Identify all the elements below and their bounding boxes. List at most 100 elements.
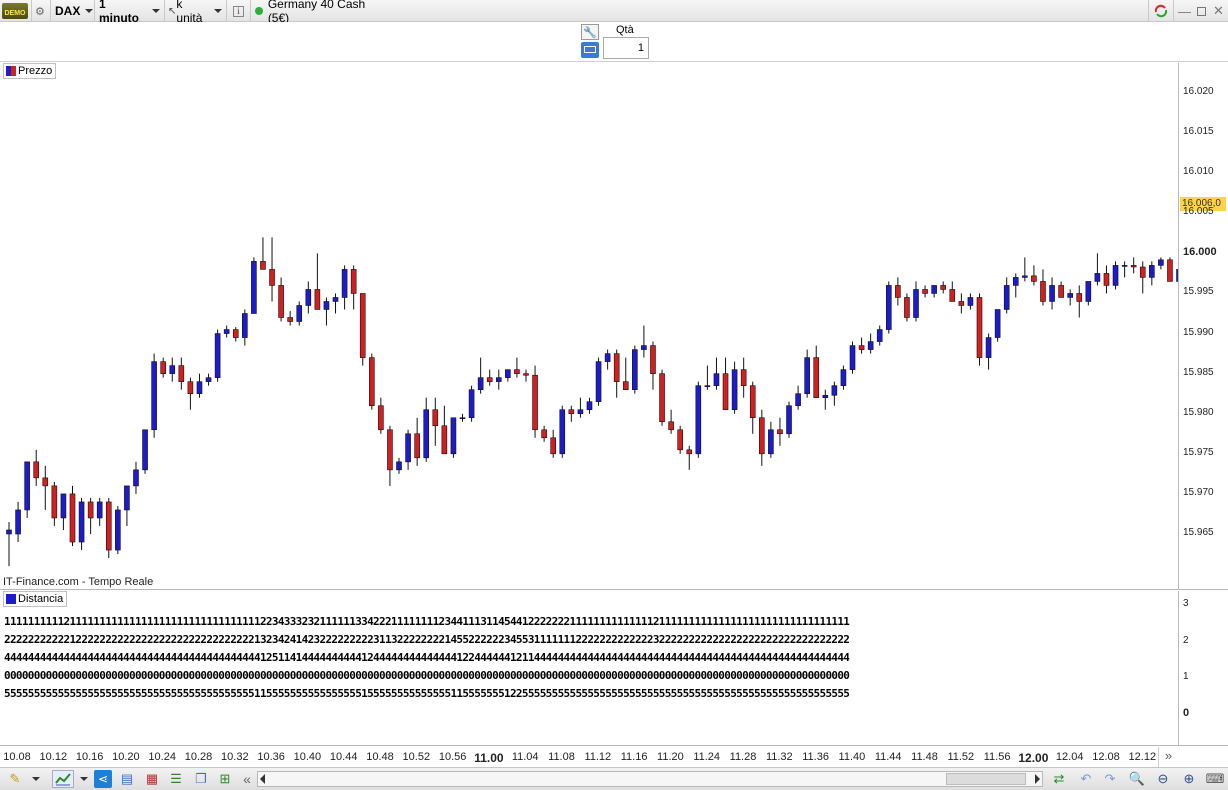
scroll-right-arrow[interactable]	[1035, 774, 1040, 784]
scroll-left-fast-button[interactable]: «	[238, 770, 256, 788]
candle-down	[777, 429, 783, 435]
candle-up	[768, 429, 774, 455]
candle-down	[187, 381, 194, 394]
candle-up	[1067, 293, 1073, 298]
table-button[interactable]: ☰	[167, 770, 185, 788]
timeframe-selector[interactable]: 1 minuto	[95, 0, 165, 25]
qty-input[interactable]: 1	[603, 37, 649, 59]
candlestick-chart[interactable]	[0, 63, 1178, 590]
chevron-down-icon	[152, 9, 160, 13]
candle-up	[78, 501, 85, 543]
account-menu-button[interactable]: ⚙	[32, 0, 51, 22]
keyboard-button[interactable]	[581, 42, 599, 58]
instrument-selector[interactable]: DAX	[51, 0, 95, 22]
candle-down	[568, 409, 575, 415]
price-y-tick: 16.010	[1183, 166, 1214, 178]
zoom-in-button[interactable]: ⊕	[1180, 770, 1198, 788]
time-tick: 11.28	[729, 751, 757, 763]
price-y-tick: 16.020	[1183, 86, 1214, 97]
horizontal-scrollbar[interactable]	[257, 771, 1043, 787]
scroll-left-arrow[interactable]	[260, 774, 265, 784]
candle-up	[713, 373, 720, 386]
candle-up	[323, 301, 330, 310]
candle-down	[622, 381, 629, 390]
table-icon: ☰	[170, 771, 182, 786]
price-y-tick: 15.970	[1183, 486, 1214, 498]
zoom-out-button[interactable]: ⊖	[1154, 770, 1172, 788]
comment-button[interactable]: ▤	[118, 770, 136, 788]
candle-down	[69, 493, 76, 543]
price-y-tick: 16.015	[1183, 126, 1214, 138]
candle-down	[441, 425, 448, 455]
candle-up	[1112, 265, 1119, 286]
candle-up	[876, 329, 883, 342]
candle-down	[895, 285, 901, 298]
candle-up	[1085, 281, 1092, 302]
time-tick: 12.12	[1128, 751, 1157, 763]
qty-label: Qtà	[616, 24, 634, 36]
screener-button[interactable]: ⊞	[216, 770, 234, 788]
candle-down	[722, 373, 729, 411]
price-y-tick: 15.995	[1183, 286, 1214, 298]
share-button[interactable]: ⋖	[94, 770, 112, 788]
candle-up	[867, 341, 874, 350]
candle-up	[641, 345, 647, 350]
candle-up	[405, 433, 411, 463]
info-button[interactable]: i	[227, 0, 251, 22]
redo-button[interactable]: ↷	[1101, 770, 1119, 788]
candle-up	[1149, 265, 1155, 278]
close-button[interactable]: ✕	[1210, 0, 1227, 22]
time-axis[interactable]: 10.08 10.12 10.16 10.20 10.24 10.28 10.32 10.36…	[0, 747, 1228, 767]
candle-down	[541, 429, 547, 439]
zoom-fit-button[interactable]: 🔍	[1128, 770, 1146, 788]
candle-down	[350, 269, 357, 294]
candle-up	[967, 297, 974, 306]
scroll-to-end-button[interactable]: »	[1158, 747, 1178, 767]
time-tick: 10.24	[148, 751, 176, 763]
candle-up	[223, 329, 230, 334]
candle-down	[1103, 273, 1110, 286]
indicator-menu[interactable]	[78, 770, 90, 788]
indicator-row: 4444444444444444444444444444444444444444…	[4, 651, 850, 664]
demo-badge[interactable]: DEMO	[0, 0, 32, 22]
indicator-pane-label[interactable]: Distancia	[3, 591, 68, 607]
candle-up	[468, 389, 475, 419]
draw-tool-menu[interactable]	[30, 770, 42, 788]
maximize-button[interactable]	[1193, 0, 1210, 22]
price-pane: Prezzo 16.006,0 IT-Finance.com - Tempo R…	[0, 63, 1228, 590]
time-tick: 11.44	[874, 751, 902, 763]
candle-down	[1130, 265, 1137, 268]
instrument-label: DAX	[55, 4, 81, 18]
scrollbar-thumb[interactable]	[946, 773, 1026, 785]
price-y-tick: 15.990	[1183, 326, 1214, 338]
keyboard-shortcuts-button[interactable]: ⌨	[1206, 770, 1225, 788]
candle-up	[341, 269, 348, 298]
candle-up	[931, 285, 937, 294]
candle-down	[904, 297, 910, 318]
sync-button[interactable]	[1148, 0, 1174, 22]
draw-tool-button[interactable]: ✎	[6, 770, 24, 788]
windows-button[interactable]: ❐	[192, 770, 210, 788]
candle-down	[949, 289, 956, 302]
indicator-y-tick: 2	[1183, 635, 1189, 646]
price-y-tick: 16.005	[1183, 206, 1214, 218]
sync-charts-button[interactable]: ⇄	[1050, 770, 1068, 788]
order-list-button[interactable]: ▦	[143, 770, 161, 788]
candle-down	[51, 485, 58, 519]
candle-up	[133, 469, 139, 487]
candle-up	[505, 369, 511, 378]
indicator-color-swatch	[6, 594, 16, 604]
time-tick: 10.56	[438, 751, 467, 763]
candle-down	[613, 353, 620, 382]
undo-button[interactable]: ↶	[1077, 770, 1095, 788]
indicator-row: 2222222222212222222222222222222222222222…	[4, 633, 850, 646]
candle-up	[1012, 277, 1019, 286]
units-selector[interactable]: ↖ k unità	[165, 0, 227, 25]
order-settings-button[interactable]: 🔧	[581, 24, 599, 40]
add-indicator-button[interactable]	[52, 770, 74, 788]
comment-icon: ▤	[120, 771, 134, 786]
time-tick: 10.32	[221, 751, 249, 763]
minimize-button[interactable]: —	[1176, 0, 1193, 22]
candle-up	[251, 261, 257, 314]
candle-down	[958, 301, 965, 306]
